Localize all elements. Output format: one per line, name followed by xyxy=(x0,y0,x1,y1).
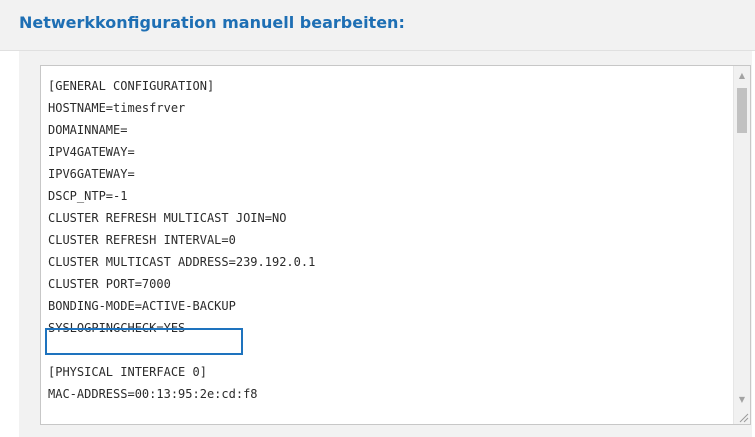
config-line: CLUSTER MULTICAST ADDRESS=239.192.0.1 xyxy=(48,255,316,269)
scrollbar-thumb[interactable] xyxy=(737,88,747,133)
vertical-scrollbar[interactable]: ▲ ▼ xyxy=(733,66,750,424)
network-config-textarea[interactable]: [GENERAL CONFIGURATION] HOSTNAME=timesfr… xyxy=(40,65,751,425)
config-line: [PHYSICAL INTERFACE 0] xyxy=(48,365,207,379)
config-line: MAC-ADDRESS=00:13:95:2e:cd:f8 xyxy=(48,387,258,401)
scroll-up-arrow-icon[interactable]: ▲ xyxy=(734,68,750,84)
config-line: DSCP_NTP=-1 xyxy=(48,189,128,203)
config-line: BONDING-MODE=ACTIVE-BACKUP xyxy=(48,299,236,313)
config-line: CLUSTER PORT=7000 xyxy=(48,277,171,291)
config-line: CLUSTER REFRESH INTERVAL=0 xyxy=(48,233,236,247)
resize-grip-icon[interactable] xyxy=(737,411,749,423)
config-line: [GENERAL CONFIGURATION] xyxy=(48,79,215,93)
config-line: DOMAINNAME= xyxy=(48,123,128,137)
highlight-box xyxy=(45,328,243,355)
config-line: CLUSTER REFRESH MULTICAST JOIN=NO xyxy=(48,211,287,225)
config-line: HOSTNAME=timesfrver xyxy=(48,101,186,115)
scroll-down-arrow-icon[interactable]: ▼ xyxy=(734,392,750,408)
config-line: IPV4GATEWAY= xyxy=(48,145,135,159)
config-line: IPV6GATEWAY= xyxy=(48,167,135,181)
page-title: Netwerkkonfiguration manuell bearbeiten: xyxy=(19,13,405,32)
config-text: [GENERAL CONFIGURATION] HOSTNAME=timesfr… xyxy=(48,75,315,405)
page-header: Netwerkkonfiguration manuell bearbeiten: xyxy=(0,0,755,51)
